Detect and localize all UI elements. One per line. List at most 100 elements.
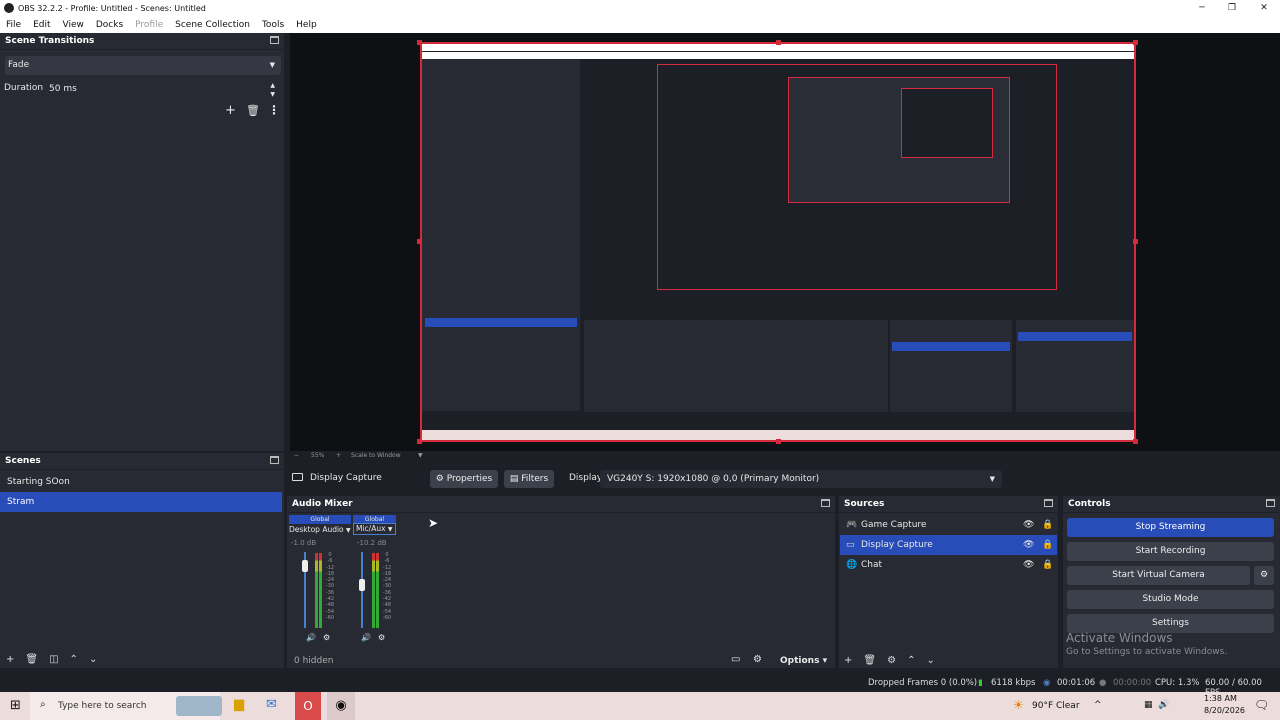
transition-select-value: Fade: [8, 60, 30, 70]
transition-menu-icon[interactable]: ⋮: [268, 103, 280, 117]
clock-date[interactable]: 8/20/2026: [1204, 706, 1245, 715]
globe-icon: 🌐: [846, 560, 858, 570]
eye-icon[interactable]: 👁: [1023, 520, 1034, 530]
windows-start-icon[interactable]: ⊞: [10, 698, 21, 713]
move-down-icon[interactable]: ⌄: [89, 654, 97, 665]
scene-item-stram[interactable]: Stram: [0, 492, 282, 512]
menu-edit[interactable]: Edit: [27, 20, 56, 30]
resize-handle-bl[interactable]: [417, 439, 422, 444]
duration-field[interactable]: 50 ms ▲ ▼: [44, 80, 281, 98]
menu-tools[interactable]: Tools: [256, 20, 290, 30]
clock-time[interactable]: 1:38 AM: [1204, 694, 1237, 703]
weather-text[interactable]: 90°F Clear: [1032, 701, 1080, 711]
resize-handle-r[interactable]: [1133, 239, 1138, 244]
resize-handle-tr[interactable]: [1133, 40, 1138, 45]
properties-button[interactable]: ⚙ Properties: [430, 470, 498, 488]
scene-item-starting-soon[interactable]: Starting SOon: [0, 472, 282, 492]
search-icon: ⌕: [40, 699, 46, 710]
channel-settings-icon[interactable]: ⚙: [323, 633, 330, 642]
scene-filters-icon[interactable]: ◫: [49, 654, 58, 665]
menu-help[interactable]: Help: [290, 20, 323, 30]
obs-taskbar-icon[interactable]: ◉: [327, 692, 355, 720]
layout-toggle-icon[interactable]: ▭: [731, 654, 740, 665]
move-down-icon[interactable]: ⌄: [926, 655, 934, 666]
zoom-in-icon[interactable]: +: [336, 452, 341, 459]
volume-knob-mic[interactable]: [359, 578, 365, 591]
record-icon: ●: [1099, 678, 1107, 688]
window-titlebar: OBS 32.2.2 - Profile: Untitled - Scenes:…: [0, 0, 1280, 16]
channel-name-desktop[interactable]: Desktop Audio ▼: [289, 525, 351, 534]
outlook-icon[interactable]: ✉: [266, 697, 277, 712]
menu-file[interactable]: File: [0, 20, 27, 30]
virtual-camera-settings-button[interactable]: ⚙: [1254, 566, 1274, 585]
start-recording-button[interactable]: Start Recording: [1067, 542, 1274, 561]
zoom-out-icon[interactable]: −: [294, 452, 299, 459]
file-explorer-icon[interactable]: ▆: [234, 697, 244, 712]
undock-icon[interactable]: [1044, 499, 1053, 507]
preview-source-display[interactable]: [420, 42, 1136, 442]
menu-scene-collection[interactable]: Scene Collection: [169, 20, 256, 30]
scenes-toolbar: + 🗑 ◫ ⌃ ⌄: [6, 652, 108, 667]
resize-handle-tl[interactable]: [417, 40, 422, 45]
notifications-icon[interactable]: 🗨: [1254, 698, 1269, 712]
filters-label: Filters: [521, 474, 549, 484]
speaker-icon[interactable]: 🔊: [306, 633, 316, 642]
volume-icon[interactable]: 🔊: [1158, 700, 1169, 710]
stop-streaming-button[interactable]: Stop Streaming: [1067, 518, 1274, 537]
remove-scene-icon[interactable]: 🗑: [25, 654, 38, 665]
eye-icon[interactable]: 👁: [1023, 540, 1034, 550]
lock-icon[interactable]: 🔒: [1042, 520, 1053, 530]
undock-icon[interactable]: [1266, 499, 1275, 507]
studio-mode-button[interactable]: Studio Mode: [1067, 590, 1274, 609]
gamepad-icon: 🎮: [846, 520, 858, 530]
channel-settings-icon[interactable]: ⚙: [378, 633, 385, 642]
remove-source-icon[interactable]: 🗑: [863, 655, 876, 666]
minimize-button[interactable]: ─: [1188, 0, 1216, 16]
undock-icon[interactable]: [270, 36, 279, 44]
start-virtual-camera-button[interactable]: Start Virtual Camera: [1067, 566, 1250, 585]
options-label: Options: [780, 656, 820, 666]
mixer-settings-icon[interactable]: ⚙: [753, 654, 762, 665]
move-up-icon[interactable]: ⌃: [70, 654, 78, 665]
lock-icon[interactable]: 🔒: [1042, 540, 1053, 550]
source-item-chat[interactable]: 🌐 Chat 👁 🔒: [840, 555, 1057, 575]
eye-icon[interactable]: 👁: [1023, 560, 1034, 570]
menu-profile[interactable]: Profile: [129, 20, 169, 30]
source-item-game-capture[interactable]: 🎮 Game Capture 👁 🔒: [840, 515, 1057, 535]
resize-handle-t[interactable]: [776, 40, 781, 45]
display-select[interactable]: VG240Y S: 1920x1080 @ 0,0 (Primary Monit…: [600, 470, 1002, 488]
meter-desktop-r: [319, 553, 322, 628]
move-up-icon[interactable]: ⌃: [907, 655, 915, 666]
remove-transition-icon[interactable]: 🗑: [246, 104, 260, 117]
undock-icon[interactable]: [270, 456, 279, 464]
scenes-dock: Scenes Starting SOon Stram + 🗑 ◫ ⌃ ⌄: [0, 453, 284, 668]
maximize-button[interactable]: ❐: [1218, 0, 1246, 16]
meter-mic-l: [372, 553, 375, 628]
close-button[interactable]: ✕: [1250, 0, 1278, 16]
options-button[interactable]: Options ▾: [780, 656, 827, 666]
filters-icon: ▤: [509, 474, 519, 484]
menu-view[interactable]: View: [57, 20, 90, 30]
add-transition-icon[interactable]: +: [225, 103, 236, 118]
add-scene-icon[interactable]: +: [6, 654, 14, 665]
undock-icon[interactable]: [821, 499, 830, 507]
menu-docks[interactable]: Docks: [90, 20, 129, 30]
resize-handle-b[interactable]: [776, 439, 781, 444]
filters-button[interactable]: ▤ Filters: [504, 470, 554, 488]
spin-down-icon[interactable]: ▼: [270, 86, 275, 104]
network-icon[interactable]: ▦: [1144, 700, 1153, 710]
speaker-icon[interactable]: 🔊: [361, 633, 371, 642]
channel-name-mic[interactable]: Mic/Aux ▼: [353, 523, 396, 535]
resize-handle-l[interactable]: [417, 239, 422, 244]
lock-icon[interactable]: 🔒: [1042, 560, 1053, 570]
scale-mode[interactable]: Scale to Window: [351, 452, 401, 459]
opera-icon[interactable]: O: [295, 692, 321, 720]
source-properties-icon[interactable]: ⚙: [887, 655, 896, 666]
source-item-display-capture[interactable]: ▭ Display Capture 👁 🔒: [840, 535, 1057, 555]
scale-chevron-icon[interactable]: ▼: [418, 452, 423, 459]
transition-select[interactable]: Fade ▼: [5, 56, 281, 75]
resize-handle-br[interactable]: [1133, 439, 1138, 444]
add-source-icon[interactable]: +: [844, 655, 852, 666]
tray-chevron-icon[interactable]: ^: [1094, 700, 1102, 710]
volume-knob-desktop[interactable]: [302, 560, 308, 573]
